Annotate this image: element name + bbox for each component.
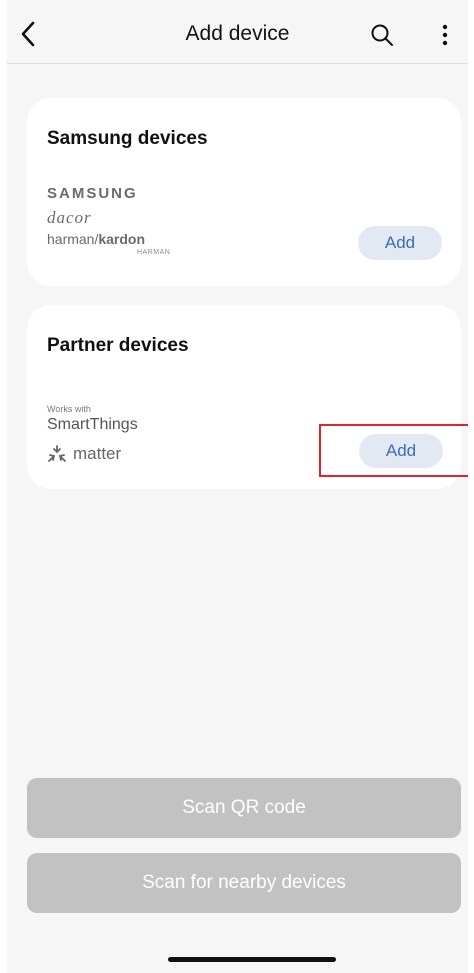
scan-nearby-devices-button[interactable]: Scan for nearby devices xyxy=(27,853,461,913)
partner-devices-title: Partner devices xyxy=(47,335,189,356)
matter-label: matter xyxy=(73,444,122,463)
app-bar: Add device xyxy=(7,0,468,64)
matter-icon xyxy=(48,445,66,462)
kardon-logo-right: kardon xyxy=(98,231,146,247)
more-options-button[interactable] xyxy=(433,20,457,50)
harman-logo-left: harman/ xyxy=(47,231,99,247)
harman-kardon-logo: harman/kardon xyxy=(47,231,145,247)
search-button[interactable] xyxy=(367,20,397,50)
add-samsung-device-button[interactable]: Add xyxy=(358,226,442,260)
samsung-devices-title: Samsung devices xyxy=(47,128,208,149)
samsung-logo: SAMSUNG xyxy=(47,185,138,202)
harman-sub-logo: HARMAN xyxy=(137,249,171,256)
partner-devices-card[interactable]: Partner devices Works with SmartThings m… xyxy=(27,305,461,489)
dacor-logo: dacor xyxy=(47,208,92,227)
matter-logo: matter xyxy=(47,444,121,464)
more-vertical-icon xyxy=(442,24,448,46)
samsung-devices-card[interactable]: Samsung devices SAMSUNG dacor harman/kar… xyxy=(27,98,461,286)
smartthings-logo: SmartThings xyxy=(47,416,138,433)
scan-qr-code-button[interactable]: Scan QR code xyxy=(27,778,461,838)
search-icon xyxy=(371,24,393,46)
page-title: Add device xyxy=(185,22,290,45)
home-indicator xyxy=(168,957,336,962)
add-device-screen: Add device Samsung devices SAMSUNG dacor… xyxy=(0,0,474,973)
add-partner-device-button[interactable]: Add xyxy=(359,434,443,468)
works-with-label: Works with xyxy=(47,404,91,414)
